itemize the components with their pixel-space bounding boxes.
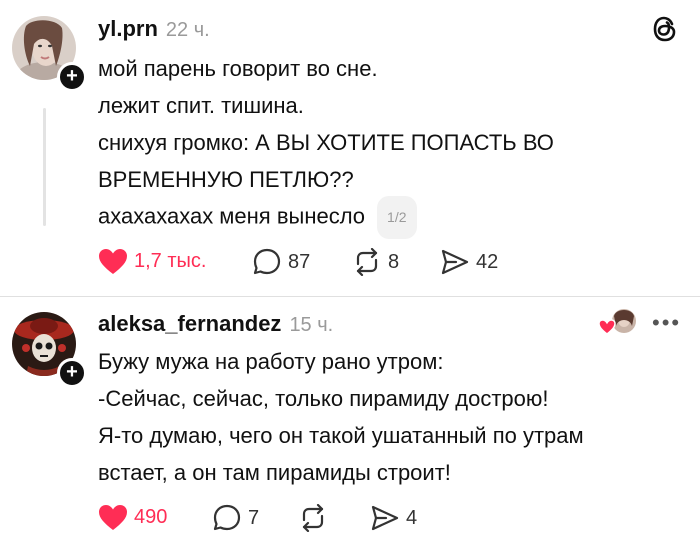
username[interactable]: aleksa_fernandez — [98, 311, 281, 336]
post-line: Бужу мужа на работу рано утром: — [98, 349, 444, 374]
comment-count: 7 — [248, 506, 260, 529]
repost-icon — [356, 248, 378, 276]
comment-button[interactable]: 7 — [212, 504, 259, 532]
heart-icon — [99, 505, 127, 530]
post-divider — [0, 296, 700, 297]
heart-icon — [598, 319, 616, 335]
comment-count: 87 — [288, 250, 311, 273]
more-options-icon[interactable]: ••• — [652, 310, 681, 336]
post-line: -Сейчас, сейчас, только пирамиду дострою… — [98, 386, 549, 411]
reply-text: ахахахахах меня вынесло — [98, 203, 366, 229]
post-line: ВРЕМЕННУЮ ПЕТЛЮ?? — [98, 167, 354, 192]
post-line: встает, а он там пирамиды строит! — [98, 460, 451, 485]
thread-line — [43, 108, 46, 226]
share-button[interactable]: 42 — [440, 248, 498, 276]
threads-logo-icon[interactable] — [650, 14, 680, 44]
comment-icon — [253, 248, 281, 275]
comment-button[interactable]: 87 — [252, 248, 310, 276]
follow-plus-icon[interactable]: + — [57, 358, 87, 388]
username[interactable]: yl.prn — [98, 16, 158, 41]
post-body: Бужу мужа на работу рано утром: -Сейчас,… — [98, 343, 678, 491]
post-line: мой парень говорит во сне. — [98, 56, 378, 81]
post-time: 15 ч. — [289, 314, 334, 336]
heart-icon — [99, 249, 127, 274]
post-line: Я-то думаю, чего он такой ушатанный по у… — [98, 423, 584, 448]
post-line: снихуя громко: А ВЫ ХОТИТЕ ПОПАСТЬ ВО — [98, 130, 554, 155]
like-button[interactable]: 1,7 тыс. — [98, 248, 206, 275]
like-count: 490 — [134, 506, 168, 528]
share-button[interactable]: 4 — [370, 504, 417, 532]
like-count: 1,7 тыс. — [134, 250, 207, 272]
repost-button[interactable] — [298, 504, 334, 532]
post-body: мой парень говорит во сне. лежит спит. т… — [98, 50, 658, 198]
repost-icon — [302, 504, 324, 532]
send-icon — [441, 249, 469, 275]
share-count: 4 — [406, 506, 418, 529]
share-count: 42 — [476, 250, 499, 273]
repost-count: 8 — [388, 250, 400, 273]
post-time: 22 ч. — [165, 19, 210, 41]
post-line: лежит спит. тишина. — [98, 93, 304, 118]
page-badge[interactable]: 1/2 — [377, 196, 417, 239]
follow-plus-icon[interactable]: + — [57, 62, 87, 92]
author-liked-indicator — [598, 306, 638, 338]
like-button[interactable]: 490 — [98, 504, 167, 531]
send-icon — [371, 505, 399, 531]
repost-button[interactable]: 8 — [352, 248, 399, 276]
post-header: yl.prn 22 ч. — [98, 16, 210, 42]
comment-icon — [213, 504, 241, 531]
reply-preview: ахахахахах меня вынесло 1/2 — [98, 196, 417, 239]
post-header: aleksa_fernandez 15 ч. — [98, 311, 333, 337]
